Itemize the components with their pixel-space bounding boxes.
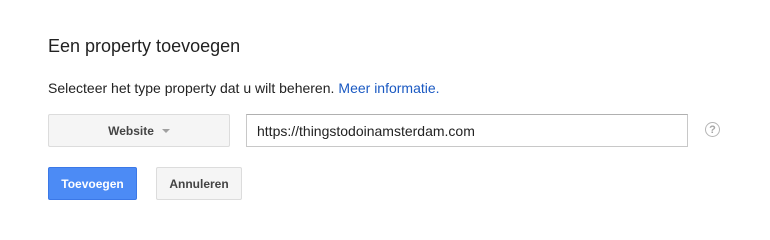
chevron-down-icon [161, 129, 170, 133]
cancel-button[interactable]: Annuleren [156, 167, 242, 200]
description-text: Selecteer het type property dat u wilt b… [48, 80, 335, 96]
property-type-value: Website [108, 123, 154, 138]
dialog-title: Een property toevoegen [48, 36, 241, 56]
add-property-dialog: Een property toevoegen Selecteer het typ… [0, 0, 770, 233]
more-info-link[interactable]: Meer informatie. [338, 80, 439, 96]
add-button[interactable]: Toevoegen [48, 167, 137, 200]
property-url-input[interactable] [246, 114, 688, 147]
help-icon[interactable]: ? [705, 122, 720, 137]
dialog-description: Selecteer het type property dat u wilt b… [48, 80, 440, 96]
property-type-select[interactable]: Website [48, 114, 230, 147]
